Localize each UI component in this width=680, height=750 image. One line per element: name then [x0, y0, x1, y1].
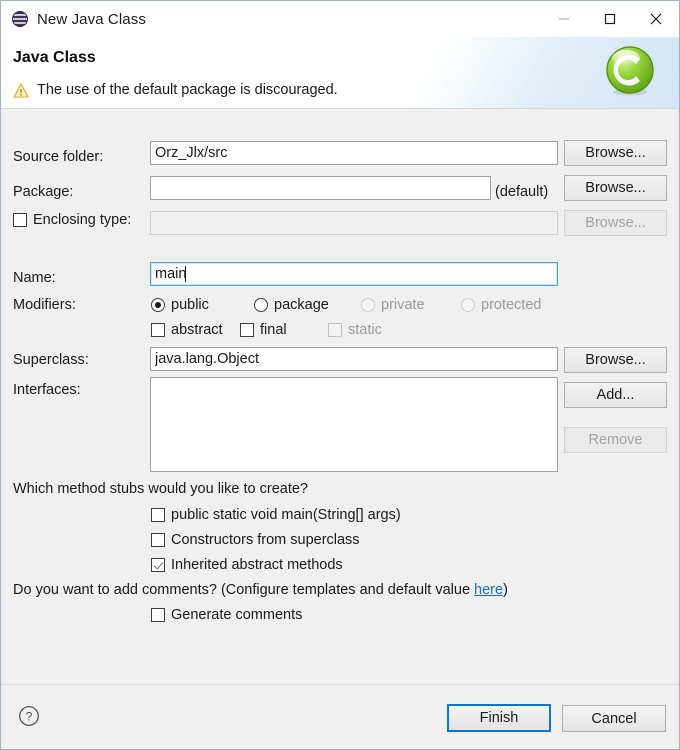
cancel-button[interactable]: Cancel: [562, 705, 666, 732]
stub-checkbox-main-method[interactable]: public static void main(String[] args): [151, 507, 401, 523]
comments-question-prefix: Do you want to add comments? (Configure …: [13, 582, 475, 598]
status-message: The use of the default package is discou…: [13, 82, 338, 98]
header-banner: Java Class The use of the default packag…: [1, 37, 679, 109]
enclosing-type-input[interactable]: [150, 211, 558, 235]
new-java-class-dialog: New Java Class Java Class The use of the…: [0, 0, 680, 750]
modifier-radio-package[interactable]: package: [254, 297, 329, 313]
minimize-icon[interactable]: [541, 1, 587, 37]
modifier-checkbox-label: static: [348, 322, 382, 338]
source-folder-browse-button[interactable]: Browse...: [564, 140, 667, 166]
modifier-checkbox-static: static: [328, 322, 382, 338]
status-message-text: The use of the default package is discou…: [37, 82, 338, 98]
modifier-checkbox-label: final: [260, 322, 287, 338]
superclass-label: Superclass:: [13, 352, 89, 368]
maximize-icon[interactable]: [587, 1, 633, 37]
package-browse-button[interactable]: Browse...: [564, 175, 667, 201]
modifier-checkbox-abstract[interactable]: abstract: [151, 322, 223, 338]
stub-checkbox-label: Constructors from superclass: [171, 532, 360, 548]
modifier-radio-label: public: [171, 297, 209, 313]
stub-checkbox-constructors[interactable]: Constructors from superclass: [151, 532, 360, 548]
text-caret: [185, 266, 186, 282]
package-default-suffix: (default): [495, 184, 549, 200]
radio-dot: [151, 298, 165, 312]
window-title: New Java Class: [37, 10, 146, 28]
eclipse-green-c-logo: [604, 45, 656, 97]
radio-dot: [461, 298, 475, 312]
enclosing-type-checkbox[interactable]: Enclosing type:: [13, 212, 131, 228]
stub-checkbox-label: public static void main(String[] args): [171, 507, 401, 523]
configure-templates-link[interactable]: here: [474, 582, 503, 598]
warning-icon: [13, 82, 29, 98]
package-input[interactable]: [150, 176, 491, 200]
dialog-body: Source folder: Browse... Package: (defau…: [1, 109, 679, 684]
checkbox-box: [151, 508, 165, 522]
checkbox-box: [151, 558, 165, 572]
method-stubs-question: Which method stubs would you like to cre…: [13, 481, 308, 497]
java-class-icon: [12, 11, 28, 27]
interfaces-add-button[interactable]: Add...: [564, 382, 667, 408]
checkbox-box: [328, 323, 342, 337]
finish-button[interactable]: Finish: [447, 704, 551, 732]
generate-comments-checkbox[interactable]: Generate comments: [151, 607, 302, 623]
modifier-radio-label: package: [274, 297, 329, 313]
svg-text:?: ?: [26, 710, 33, 724]
modifier-radio-private: private: [361, 297, 425, 313]
modifier-radio-label: protected: [481, 297, 542, 313]
checkbox-box: [240, 323, 254, 337]
modifier-checkbox-final[interactable]: final: [240, 322, 287, 338]
name-label: Name:: [13, 270, 56, 286]
interfaces-list[interactable]: [150, 377, 558, 472]
enclosing-type-label: Enclosing type:: [33, 212, 132, 228]
modifier-radio-public[interactable]: public: [151, 297, 209, 313]
checkbox-box: [13, 213, 27, 227]
close-icon[interactable]: [633, 1, 679, 37]
comments-question-suffix: ): [503, 582, 508, 598]
name-input[interactable]: [150, 262, 558, 286]
generate-comments-label: Generate comments: [171, 607, 303, 623]
superclass-input[interactable]: [150, 347, 558, 371]
window-controls: [541, 1, 679, 37]
superclass-browse-button[interactable]: Browse...: [564, 347, 667, 373]
stub-checkbox-inherited-abstract[interactable]: Inherited abstract methods: [151, 557, 343, 573]
modifiers-label: Modifiers:: [13, 297, 76, 313]
modifier-radio-label: private: [381, 297, 425, 313]
enclosing-type-browse-button: Browse...: [564, 210, 667, 236]
interfaces-label: Interfaces:: [13, 382, 81, 398]
stub-checkbox-label: Inherited abstract methods: [171, 557, 343, 573]
radio-dot: [254, 298, 268, 312]
package-label: Package:: [13, 184, 74, 200]
help-question-icon[interactable]: ?: [18, 705, 40, 727]
page-title: Java Class: [13, 49, 96, 66]
checkbox-box: [151, 608, 165, 622]
modifier-checkbox-label: abstract: [171, 322, 223, 338]
radio-dot: [361, 298, 375, 312]
source-folder-label: Source folder:: [13, 149, 104, 165]
comments-question: Do you want to add comments? (Configure …: [13, 582, 508, 598]
interfaces-remove-button: Remove: [564, 427, 667, 453]
source-folder-input[interactable]: [150, 141, 558, 165]
modifier-radio-protected: protected: [461, 297, 541, 313]
checkbox-box: [151, 533, 165, 547]
checkbox-box: [151, 323, 165, 337]
